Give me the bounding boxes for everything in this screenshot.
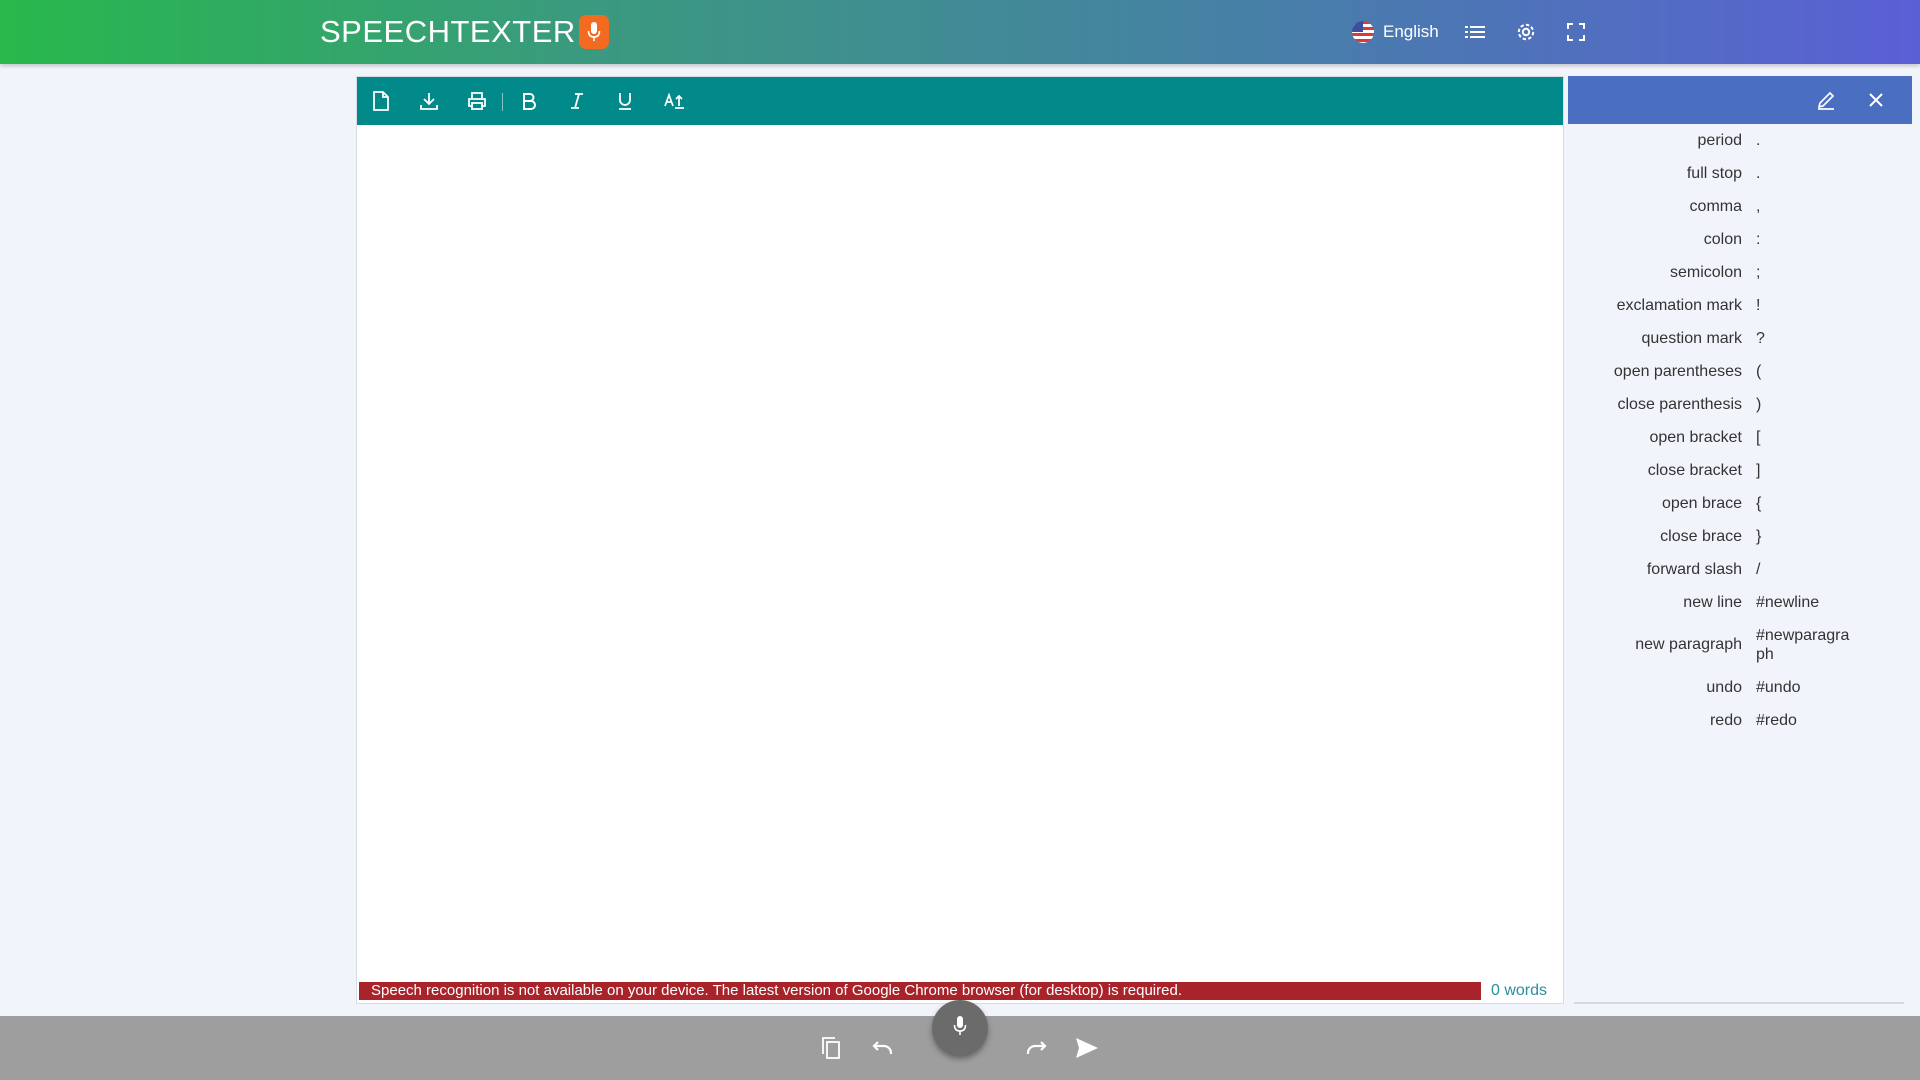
underline-icon[interactable] [613,89,637,113]
settings-icon[interactable] [1513,19,1539,45]
editor-container: Speech recognition is not available on y… [356,76,1564,1004]
list-item: open parentheses ( [1568,355,1912,388]
language-label: English [1383,22,1439,41]
command-name: semicolon [1669,263,1742,281]
list-item: full stop. [1568,157,1912,190]
list-icon[interactable] [1462,19,1488,45]
command-value: : [1756,231,1761,248]
new-document-icon[interactable] [369,89,393,113]
command-value: ] [1756,462,1761,479]
command-value: / [1756,561,1761,578]
edit-icon[interactable] [1814,88,1838,112]
command-value: ! [1756,297,1761,314]
command-name: question mark [1641,329,1743,347]
word-count: 0 words [1491,982,1548,999]
logo[interactable]: SPEECHTEXTER [320,13,609,51]
us-flag-icon [1352,21,1374,43]
command-name: close parenthesis [1617,395,1742,413]
command-value: , [1756,198,1761,215]
record-button[interactable] [932,1000,988,1056]
list-item: period. [1568,124,1912,157]
command-value: #redo [1756,712,1797,729]
undo-icon[interactable] [869,1034,897,1062]
list-item: close bracket] [1568,454,1912,487]
command-value: #newline [1756,594,1820,611]
list-item: semicolon; [1568,256,1912,289]
copy-icon[interactable] [817,1034,845,1062]
command-name: close bracket [1647,461,1742,479]
command-value: [ [1756,429,1761,446]
command-name: period [1697,131,1742,149]
list-item: redo #redo [1568,704,1912,737]
list-item: question mark? [1568,322,1912,355]
toolbar-divider [502,93,503,111]
text-editor-area[interactable] [357,125,1563,979]
download-icon[interactable] [417,89,441,113]
logo-text: SPEECHTEXTER [320,14,576,49]
command-name: open bracket [1649,428,1742,446]
command-name: exclamation mark [1616,296,1742,314]
command-value: ) [1756,396,1762,413]
command-value: { [1756,495,1762,512]
voice-commands-panel: period. full stop. comma, colon: semicol… [1568,76,1912,1004]
editor-toolbar [357,77,1563,125]
fullscreen-icon[interactable] [1563,19,1589,45]
redo-icon[interactable] [1022,1034,1050,1062]
command-value: ? [1756,330,1765,347]
list-item: exclamation mark! [1568,289,1912,322]
command-name: comma [1689,197,1742,215]
command-name: open parentheses [1613,362,1742,380]
microphone-icon [953,1015,967,1042]
panel-header [1568,76,1912,124]
command-name: new line [1683,593,1742,611]
list-item: open brace { [1568,487,1912,520]
command-value: #undo [1756,679,1801,696]
command-name: full stop [1686,164,1742,182]
command-name: close brace [1660,527,1742,545]
list-item: close brace} [1568,520,1912,553]
command-value: . [1756,165,1761,182]
language-selector[interactable]: English [1352,18,1439,46]
list-item: close parenthesis) [1568,388,1912,421]
command-value: } [1756,528,1762,545]
list-item: comma, [1568,190,1912,223]
command-name: undo [1706,678,1742,696]
commands-list: period. full stop. comma, colon: semicol… [1568,124,1912,737]
list-item: new paragraph #newparagraph [1568,619,1912,671]
command-name: open brace [1661,494,1742,512]
list-item: open bracket [ [1568,421,1912,454]
command-name: colon [1703,230,1742,248]
command-name: redo [1709,711,1742,729]
italic-icon[interactable] [565,89,589,113]
command-value: #newparagraph [1756,627,1850,663]
list-item: colon: [1568,223,1912,256]
bold-icon[interactable] [517,89,541,113]
microphone-icon [578,15,609,49]
list-item: forward slash / [1568,553,1912,586]
send-icon[interactable] [1073,1034,1101,1062]
text-case-icon[interactable] [663,89,687,113]
error-message: Speech recognition is not available on y… [359,982,1481,1000]
print-icon[interactable] [465,89,489,113]
command-value: ( [1756,363,1762,380]
command-value: . [1756,132,1761,149]
command-value: ; [1756,264,1761,281]
app-header: SPEECHTEXTER English [0,0,1920,64]
panel-divider [1574,1002,1904,1004]
command-name: forward slash [1646,560,1742,578]
list-item: undo #undo [1568,671,1912,704]
list-item: new line #newline [1568,586,1912,619]
close-icon[interactable] [1864,88,1888,112]
command-name: new paragraph [1635,636,1742,653]
